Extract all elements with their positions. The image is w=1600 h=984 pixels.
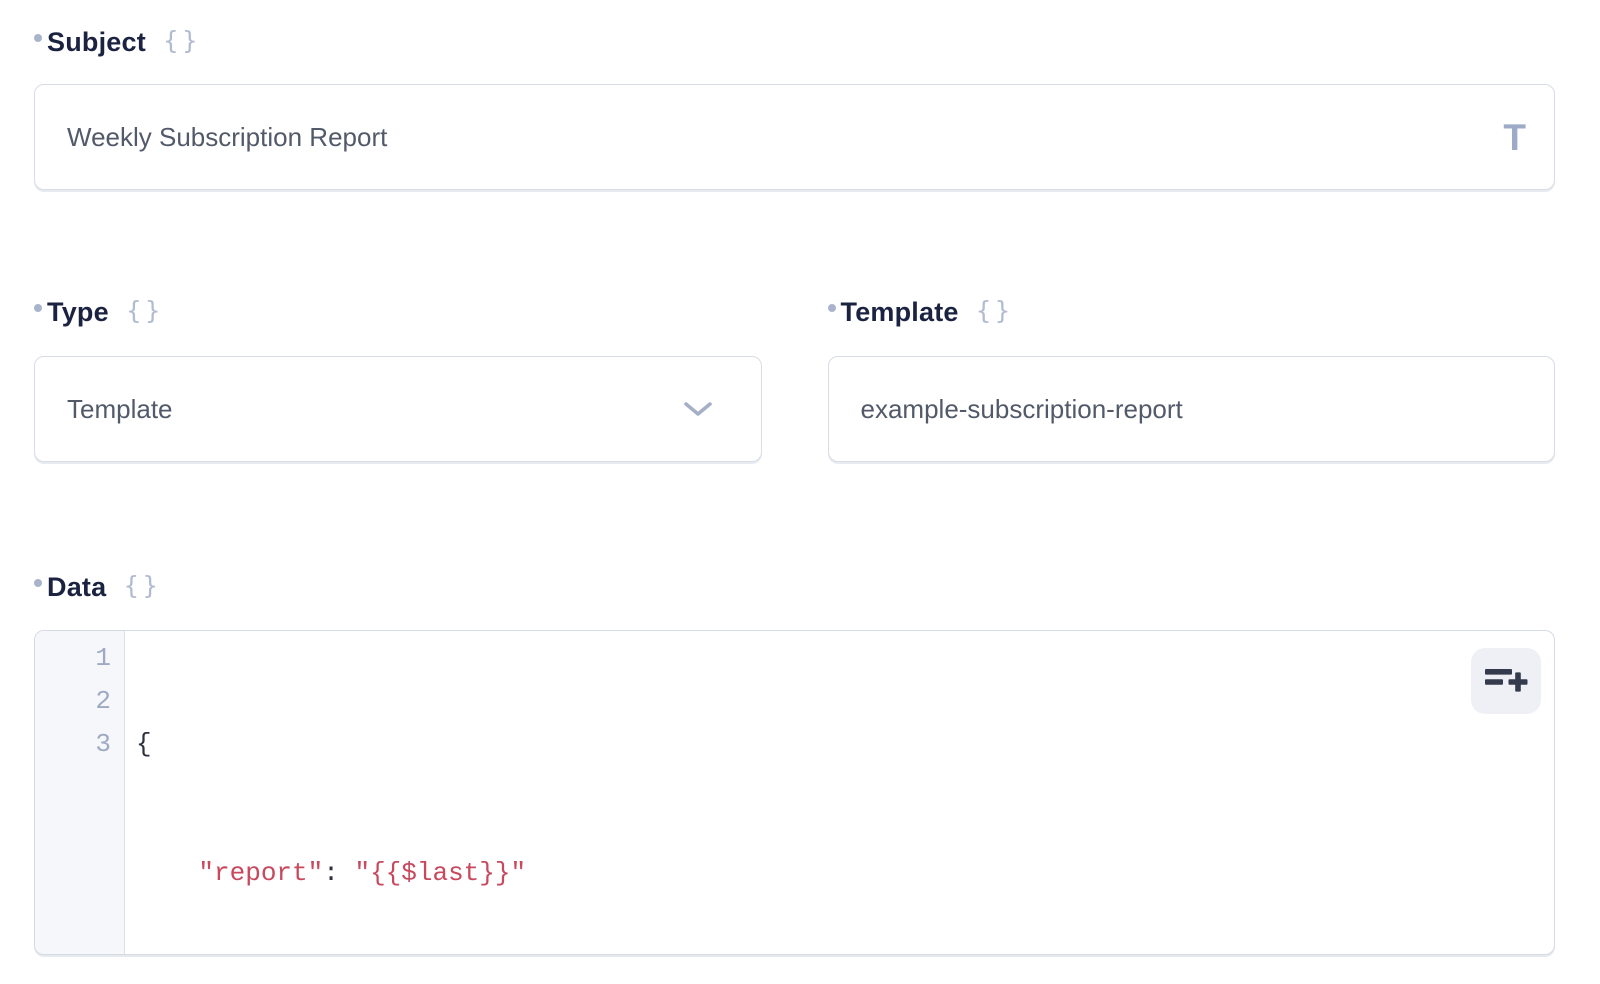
text-type-icon: T: [1503, 119, 1526, 156]
subject-label: Subject: [47, 27, 146, 58]
data-code-editor: 1 2 3 { "report": "{{$last}}" }: [34, 630, 1555, 955]
chevron-down-icon: [683, 400, 713, 418]
required-dot: [828, 304, 836, 312]
line-number: 2: [35, 680, 111, 723]
code-token-string: "{{$last}}": [354, 858, 526, 888]
line-number: 1: [35, 637, 111, 680]
line-number: 3: [35, 723, 111, 766]
code-content[interactable]: { "report": "{{$last}}" }: [125, 631, 1554, 954]
code-token: :: [323, 858, 354, 888]
map-toggle-button[interactable]: [1471, 648, 1541, 714]
template-input-box[interactable]: [828, 356, 1556, 462]
data-label: Data: [47, 572, 106, 603]
code-token-string: "report": [198, 858, 323, 888]
type-label-row: Type {}: [34, 295, 762, 329]
type-label: Type: [47, 297, 109, 328]
code-token: {: [136, 729, 152, 759]
curly-braces-icon: {}: [976, 296, 1014, 325]
code-indent: [136, 858, 198, 888]
type-select[interactable]: Template: [34, 356, 762, 462]
curly-braces-icon: {}: [123, 571, 161, 600]
curly-braces-icon: {}: [126, 296, 164, 325]
data-label-row: Data {}: [34, 570, 1555, 604]
type-selected-value: Template: [67, 394, 683, 425]
type-field-section: Type {} Template: [34, 295, 762, 462]
subject-label-row: Subject {}: [34, 25, 1555, 59]
curly-braces-icon: {}: [163, 26, 201, 55]
subject-input[interactable]: [67, 122, 1503, 153]
data-field-section: Data {} 1 2 3 { "report": "{{$last}}" }: [34, 570, 1555, 955]
template-input[interactable]: [861, 394, 1527, 425]
playlist-add-icon: [1483, 662, 1529, 700]
template-label: Template: [841, 297, 959, 328]
code-line: {: [136, 723, 1554, 766]
parameters-panel: Subject {} T Type {} Template: [0, 0, 1600, 955]
code-line: "report": "{{$last}}": [136, 852, 1554, 895]
template-label-row: Template {}: [828, 295, 1556, 329]
required-dot: [34, 34, 42, 42]
required-dot: [34, 304, 42, 312]
subject-input-box[interactable]: T: [34, 84, 1555, 190]
type-template-row: Type {} Template Template {}: [34, 295, 1555, 462]
required-dot: [34, 579, 42, 587]
line-number-gutter: 1 2 3: [35, 631, 125, 954]
subject-field-section: Subject {} T: [34, 25, 1555, 190]
template-field-section: Template {}: [828, 295, 1556, 462]
